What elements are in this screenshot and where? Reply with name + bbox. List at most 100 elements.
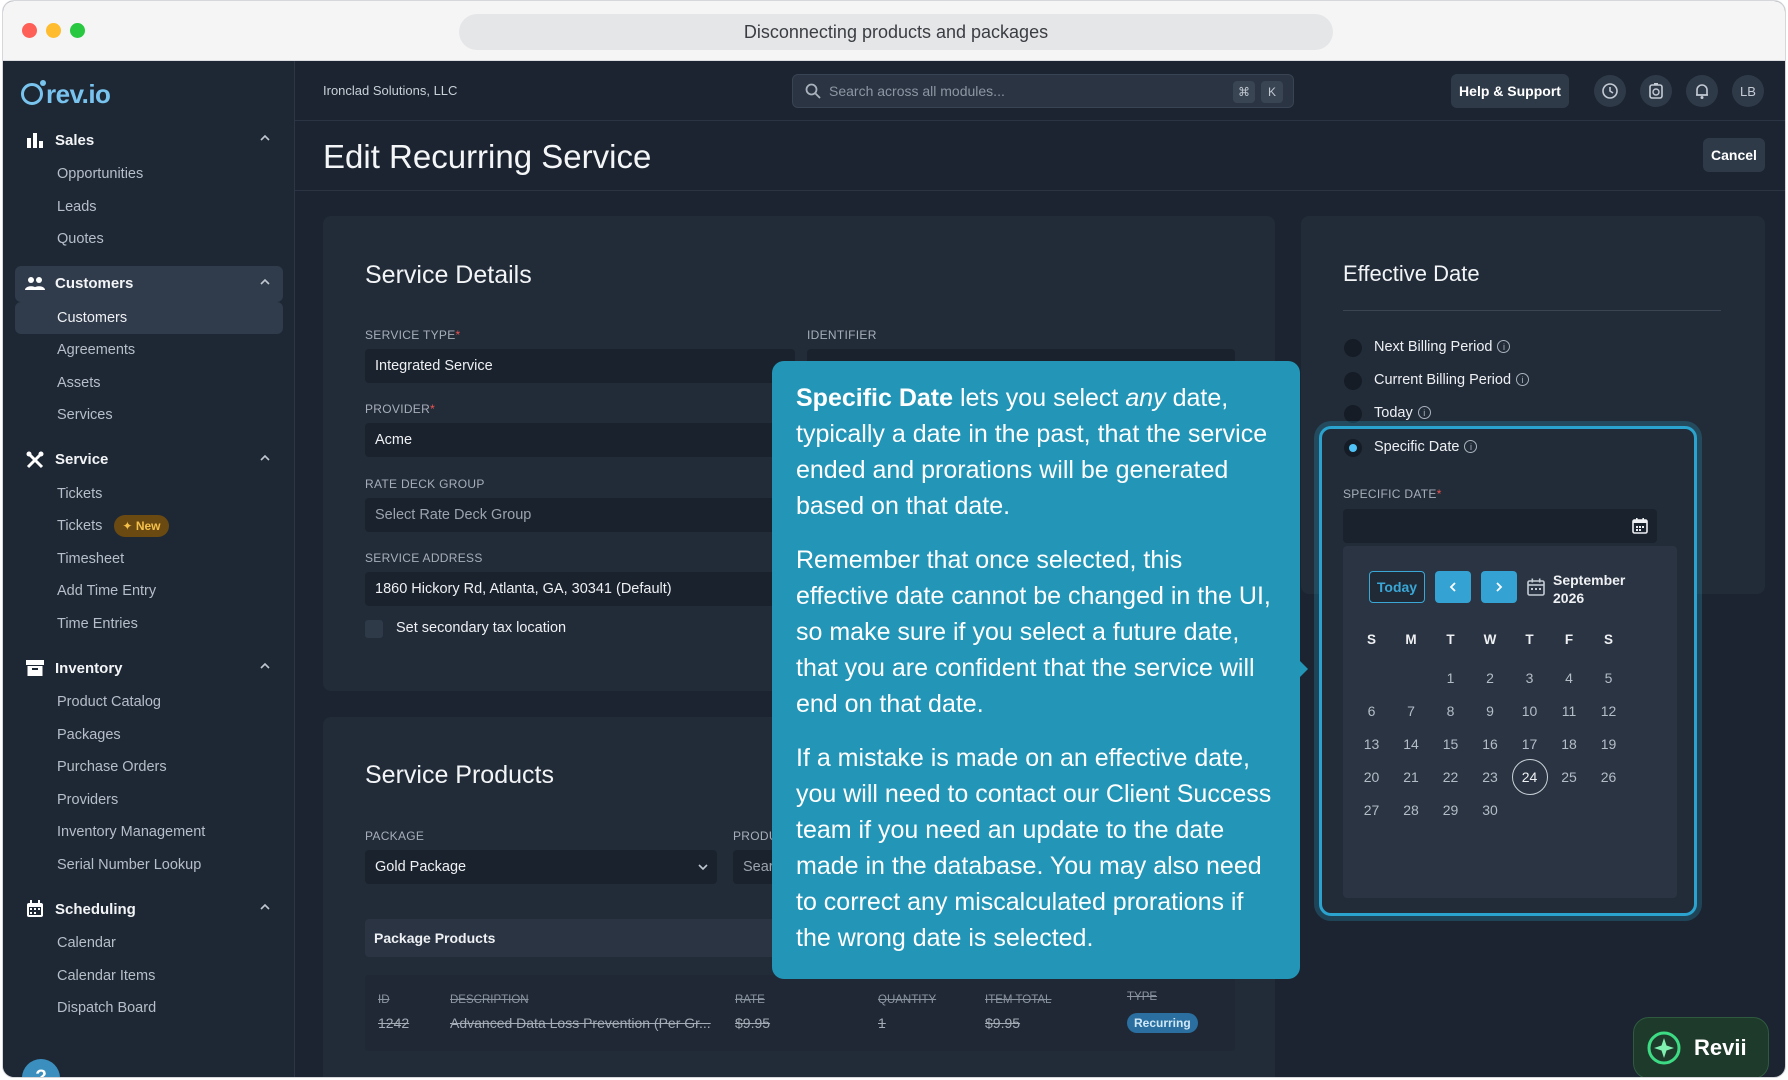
bell-icon[interactable] xyxy=(1686,75,1718,107)
chevron-left-icon xyxy=(1449,582,1456,592)
sidebar-item-opportunities[interactable]: Opportunities xyxy=(15,158,283,191)
global-search-input[interactable]: Search across all modules... ⌘ K xyxy=(792,74,1294,108)
revio-logo[interactable]: rev.io xyxy=(21,79,111,109)
help-support-button[interactable]: Help & Support xyxy=(1451,74,1569,108)
calendar-icon[interactable] xyxy=(1526,577,1546,597)
specific-date-tooltip: Specific Date lets you select any date, … xyxy=(772,361,1308,979)
sidebar-item-services[interactable]: Services xyxy=(15,399,283,432)
sidebar-item-dispatch-board[interactable]: Dispatch Board xyxy=(15,992,283,1025)
specific-date-input[interactable] xyxy=(1343,509,1657,543)
revii-label: Revii xyxy=(1694,1035,1747,1060)
sidebar-item-serial-number-lookup[interactable]: Serial Number Lookup xyxy=(15,849,283,882)
package-select[interactable]: Gold Package xyxy=(365,850,717,884)
label-text: SERVICE TYPE xyxy=(365,328,456,342)
calendar-icon[interactable] xyxy=(1631,517,1649,535)
col-item-total: ITEM TOTAL xyxy=(985,994,1052,1006)
window-title[interactable]: Disconnecting products and packages xyxy=(459,14,1333,50)
sidebar-item-packages[interactable]: Packages xyxy=(15,719,283,752)
calendar-day-selected[interactable]: 24 xyxy=(1507,759,1552,797)
nav-group-sales[interactable]: Sales xyxy=(15,122,283,158)
sidebar-item-assets[interactable]: Assets xyxy=(15,367,283,400)
user-avatar[interactable]: LB xyxy=(1732,75,1764,107)
sidebar-item-tickets-new[interactable]: Tickets ✦ New xyxy=(15,510,283,543)
history-icon[interactable] xyxy=(1594,75,1626,107)
cell-item-total: $9.95 xyxy=(985,1015,1021,1031)
calendar-weekday: M xyxy=(1405,632,1417,647)
sidebar-item-timesheet[interactable]: Timesheet xyxy=(15,543,283,576)
nav-group-customers[interactable]: Customers xyxy=(15,265,283,302)
service-type-select[interactable]: Integrated Service xyxy=(365,349,795,383)
chevron-up-icon[interactable] xyxy=(259,132,271,144)
calendar-day[interactable]: 26 xyxy=(1586,759,1631,797)
nav-group-inventory[interactable]: Inventory xyxy=(15,650,283,686)
top-bar: Ironclad Solutions, LLC Search across al… xyxy=(295,61,1785,121)
users-icon xyxy=(25,274,45,294)
radio-specific-date[interactable] xyxy=(1344,439,1362,457)
cancel-button[interactable]: Cancel xyxy=(1703,138,1765,172)
radio-label-today[interactable]: Today i xyxy=(1374,405,1431,421)
radio-next-billing-period[interactable] xyxy=(1344,339,1362,357)
calendar-today-button[interactable]: Today xyxy=(1369,571,1425,603)
nav-group-scheduling[interactable]: Scheduling xyxy=(15,891,283,927)
chevron-up-icon[interactable] xyxy=(259,276,271,288)
service-address-select[interactable]: 1860 Hickory Rd, Atlanta, GA, 30341 (Def… xyxy=(365,572,795,606)
calendar-next-button[interactable] xyxy=(1481,571,1517,603)
sidebar-item-agreements[interactable]: Agreements xyxy=(15,334,283,367)
calendar-day[interactable]: 25 xyxy=(1547,759,1592,797)
search-placeholder: Search across all modules... xyxy=(829,83,1005,99)
sidebar-item-add-time-entry[interactable]: Add Time Entry xyxy=(15,575,283,608)
provider-select[interactable]: Acme xyxy=(365,423,795,457)
calendar-day[interactable]: 29 xyxy=(1428,792,1473,830)
revii-assistant-button[interactable]: Revii xyxy=(1633,1017,1769,1077)
sidebar-item-providers[interactable]: Providers xyxy=(15,784,283,817)
calendar-weekday: S xyxy=(1366,632,1376,647)
service-products-title: Service Products xyxy=(365,761,554,789)
date-picker-calendar: Today September 2026 S M T W T F S 1 2 3 4 5 6 7 8 9 10 1… xyxy=(1343,546,1677,898)
radio-today[interactable] xyxy=(1344,405,1362,423)
help-fab-button[interactable]: ? xyxy=(22,1059,60,1077)
sidebar-item-purchase-orders[interactable]: Purchase Orders xyxy=(15,751,283,784)
calendar-day[interactable]: 30 xyxy=(1468,792,1513,830)
search-icon xyxy=(805,83,821,99)
radio-label-next-billing-period[interactable]: Next Billing Period i xyxy=(1374,339,1511,355)
info-icon[interactable]: i xyxy=(1497,340,1511,353)
calendar-day[interactable]: 27 xyxy=(1349,792,1394,830)
calendar-weekday: T xyxy=(1446,632,1455,647)
tooltip-italic-text: any xyxy=(1125,384,1166,412)
close-window-button[interactable] xyxy=(22,23,37,38)
radio-label-current-billing-period[interactable]: Current Billing Period i xyxy=(1374,372,1530,388)
secondary-tax-label[interactable]: Set secondary tax location xyxy=(396,620,566,636)
sidebar-item-inventory-management[interactable]: Inventory Management xyxy=(15,816,283,849)
radio-label-specific-date[interactable]: Specific Date i xyxy=(1374,439,1478,455)
timer-icon[interactable] xyxy=(1640,75,1672,107)
calendar-month-label[interactable]: September 2026 xyxy=(1553,571,1625,607)
effective-date-title: Effective Date xyxy=(1343,261,1480,286)
chevron-up-icon[interactable] xyxy=(259,901,271,913)
minimize-window-button[interactable] xyxy=(46,23,61,38)
sidebar-item-calendar-items[interactable]: Calendar Items xyxy=(15,960,283,993)
chevron-up-icon[interactable] xyxy=(259,660,271,672)
radio-current-billing-period[interactable] xyxy=(1344,372,1362,390)
sidebar-item-customers[interactable]: Customers xyxy=(15,301,283,334)
maximize-window-button[interactable] xyxy=(70,23,85,38)
company-name[interactable]: Ironclad Solutions, LLC xyxy=(323,83,457,98)
nav-group-service[interactable]: Service xyxy=(15,442,283,478)
info-icon[interactable]: i xyxy=(1516,373,1530,386)
info-icon[interactable]: i xyxy=(1464,440,1478,453)
tooltip-arrow xyxy=(1300,661,1308,677)
sidebar-item-product-catalog[interactable]: Product Catalog xyxy=(15,686,283,719)
sidebar-item-leads[interactable]: Leads xyxy=(15,191,283,224)
calendar-prev-button[interactable] xyxy=(1435,571,1471,603)
sidebar-item-quotes[interactable]: Quotes xyxy=(15,223,283,256)
info-icon[interactable]: i xyxy=(1417,406,1431,419)
sidebar-item-tickets[interactable]: Tickets xyxy=(15,478,283,511)
calendar-weekday: F xyxy=(1564,632,1574,647)
label-text: PROVIDER xyxy=(365,402,431,416)
recurring-badge: Recurring xyxy=(1127,1013,1198,1033)
calendar-day[interactable]: 28 xyxy=(1389,792,1434,830)
secondary-tax-checkbox[interactable] xyxy=(365,620,383,638)
rate-deck-select[interactable]: Select Rate Deck Group xyxy=(365,498,795,532)
sidebar-item-time-entries[interactable]: Time Entries xyxy=(15,608,283,641)
sidebar-item-calendar[interactable]: Calendar xyxy=(15,927,283,960)
chevron-up-icon[interactable] xyxy=(259,452,271,464)
